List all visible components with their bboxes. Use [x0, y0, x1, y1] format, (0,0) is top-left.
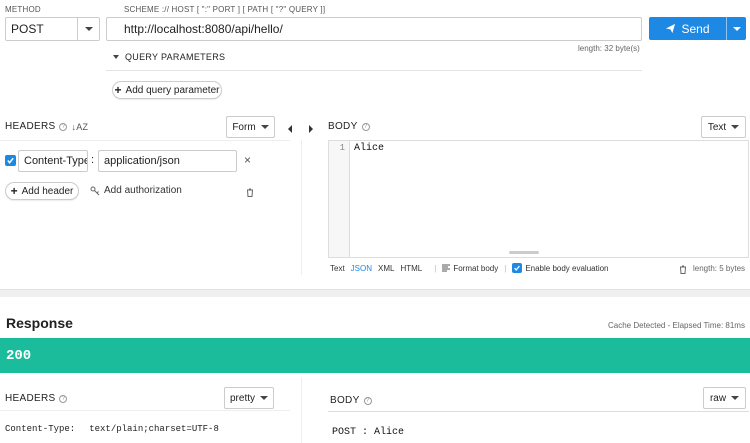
url-label: SCHEME :// HOST [ ":" PORT ] [ PATH [ "?…: [124, 5, 326, 14]
response-headers-divider: [0, 410, 290, 411]
editor-scrollbar[interactable]: [509, 251, 539, 254]
response-headers-label: HEADERS: [5, 393, 56, 404]
header-name-input[interactable]: Content-Type: [18, 150, 88, 172]
send-button[interactable]: Send: [649, 17, 746, 40]
form-select-value: Form: [232, 121, 256, 133]
info-icon: ?: [363, 396, 372, 405]
response-body-view-select[interactable]: raw: [703, 387, 746, 409]
add-auth-label: Add authorization: [104, 185, 182, 196]
info-icon: ?: [361, 122, 370, 131]
query-divider: [106, 70, 642, 71]
split-divider: [301, 140, 302, 275]
plus-icon: +: [10, 184, 18, 198]
format-text[interactable]: Text: [330, 264, 345, 273]
method-select[interactable]: POST: [5, 17, 100, 41]
format-body-label: Format body: [453, 263, 499, 273]
status-code: 200: [6, 347, 32, 364]
url-input[interactable]: http://localhost:8080/api/hello/: [106, 17, 642, 41]
body-length: length: 5 bytes: [693, 264, 746, 273]
body-type-select[interactable]: Text: [701, 116, 746, 138]
enable-eval-toggle[interactable]: Enable body evaluation: [512, 263, 609, 273]
collapse-left-icon[interactable]: [288, 122, 292, 136]
key-icon: [90, 186, 100, 195]
close-icon[interactable]: ×: [244, 153, 251, 167]
pretty-select-value: pretty: [229, 392, 255, 404]
caret-down-icon: [113, 55, 119, 59]
chevron-down-icon: [260, 125, 269, 129]
response-body-label: BODY: [330, 395, 360, 406]
collapse-right-icon[interactable]: [309, 122, 313, 136]
format-icon: [442, 264, 451, 272]
response-title: Response: [6, 315, 73, 331]
trash-icon[interactable]: [246, 186, 254, 200]
status-bar: 200: [0, 338, 750, 373]
send-options-chevron-icon[interactable]: [726, 17, 746, 40]
header-separator: :: [91, 154, 95, 166]
format-body-button[interactable]: Format body: [442, 264, 498, 273]
line-number: 1: [339, 143, 345, 153]
response-body-title: BODY ?: [330, 395, 372, 406]
request-body-title: BODY ?: [328, 121, 370, 132]
separator: |: [504, 263, 507, 273]
editor-gutter: 1: [329, 141, 350, 257]
body-format-bar: Text JSON XML HTML | Format body | Enabl…: [330, 263, 609, 273]
add-authorization-link[interactable]: Add authorization: [90, 185, 182, 196]
chevron-down-icon[interactable]: [77, 18, 99, 40]
header-name-value: Content-Type: [24, 155, 88, 167]
enable-eval-checkbox[interactable]: [512, 263, 523, 273]
method-label: METHOD: [5, 5, 41, 14]
enable-eval-label: Enable body evaluation: [525, 263, 609, 273]
chevron-down-icon: [731, 396, 740, 400]
headers-label: HEADERS: [5, 121, 56, 132]
response-header-key: Content-Type:: [5, 424, 76, 434]
add-query-button[interactable]: + Add query parameter: [112, 81, 222, 99]
request-headers-title: HEADERS ? ↓AZ: [5, 121, 88, 132]
body-type-value: Text: [707, 121, 727, 133]
format-json[interactable]: JSON: [351, 264, 372, 273]
response-header-value: text/plain;charset=UTF-8: [89, 424, 219, 434]
headers-form-select[interactable]: Form: [226, 116, 275, 138]
format-html[interactable]: HTML: [400, 264, 422, 273]
check-icon: [514, 265, 521, 272]
chevron-down-icon: [731, 125, 740, 129]
cache-info: Cache Detected - Elapsed Time: 81ms: [608, 321, 745, 330]
chevron-down-icon: [260, 396, 268, 400]
send-label: Send: [681, 21, 710, 36]
paper-plane-icon: [666, 23, 676, 34]
response-body-divider: [328, 411, 749, 412]
format-xml[interactable]: XML: [378, 264, 394, 273]
add-query-label: Add query parameter: [125, 84, 220, 96]
header-value-input[interactable]: application/json: [98, 150, 237, 172]
separator: |: [434, 263, 437, 273]
info-icon: ?: [59, 122, 68, 131]
response-split-divider: [301, 378, 302, 443]
trash-icon[interactable]: [679, 263, 687, 277]
query-params-toggle[interactable]: QUERY PARAMETERS: [113, 52, 225, 62]
send-main[interactable]: Send: [649, 22, 726, 36]
plus-icon: +: [114, 83, 122, 97]
check-icon: [7, 157, 14, 164]
headers-divider: [0, 140, 290, 141]
response-body-text: POST : Alice: [332, 427, 405, 438]
url-value: http://localhost:8080/api/hello/: [124, 22, 283, 36]
header-enabled-checkbox[interactable]: [5, 155, 16, 166]
body-editor[interactable]: 1 Alice: [328, 140, 749, 258]
section-separator: [0, 289, 750, 297]
body-label: BODY: [328, 121, 358, 132]
response-header-line: Content-Type: text/plain;charset=UTF-8: [5, 424, 219, 434]
info-icon: ?: [59, 394, 68, 403]
response-headers-title: HEADERS ?: [5, 393, 68, 404]
add-header-label: Add header: [21, 185, 74, 197]
sort-az-icon[interactable]: ↓AZ: [71, 122, 88, 132]
url-length: length: 32 byte(s): [578, 44, 640, 53]
header-value-value: application/json: [104, 155, 180, 167]
method-value: POST: [11, 22, 44, 36]
response-headers-view-select[interactable]: pretty: [224, 387, 274, 409]
body-text: Alice: [354, 143, 385, 154]
query-params-label: QUERY PARAMETERS: [125, 52, 226, 62]
add-header-button[interactable]: + Add header: [5, 182, 79, 200]
raw-select-value: raw: [709, 392, 727, 404]
